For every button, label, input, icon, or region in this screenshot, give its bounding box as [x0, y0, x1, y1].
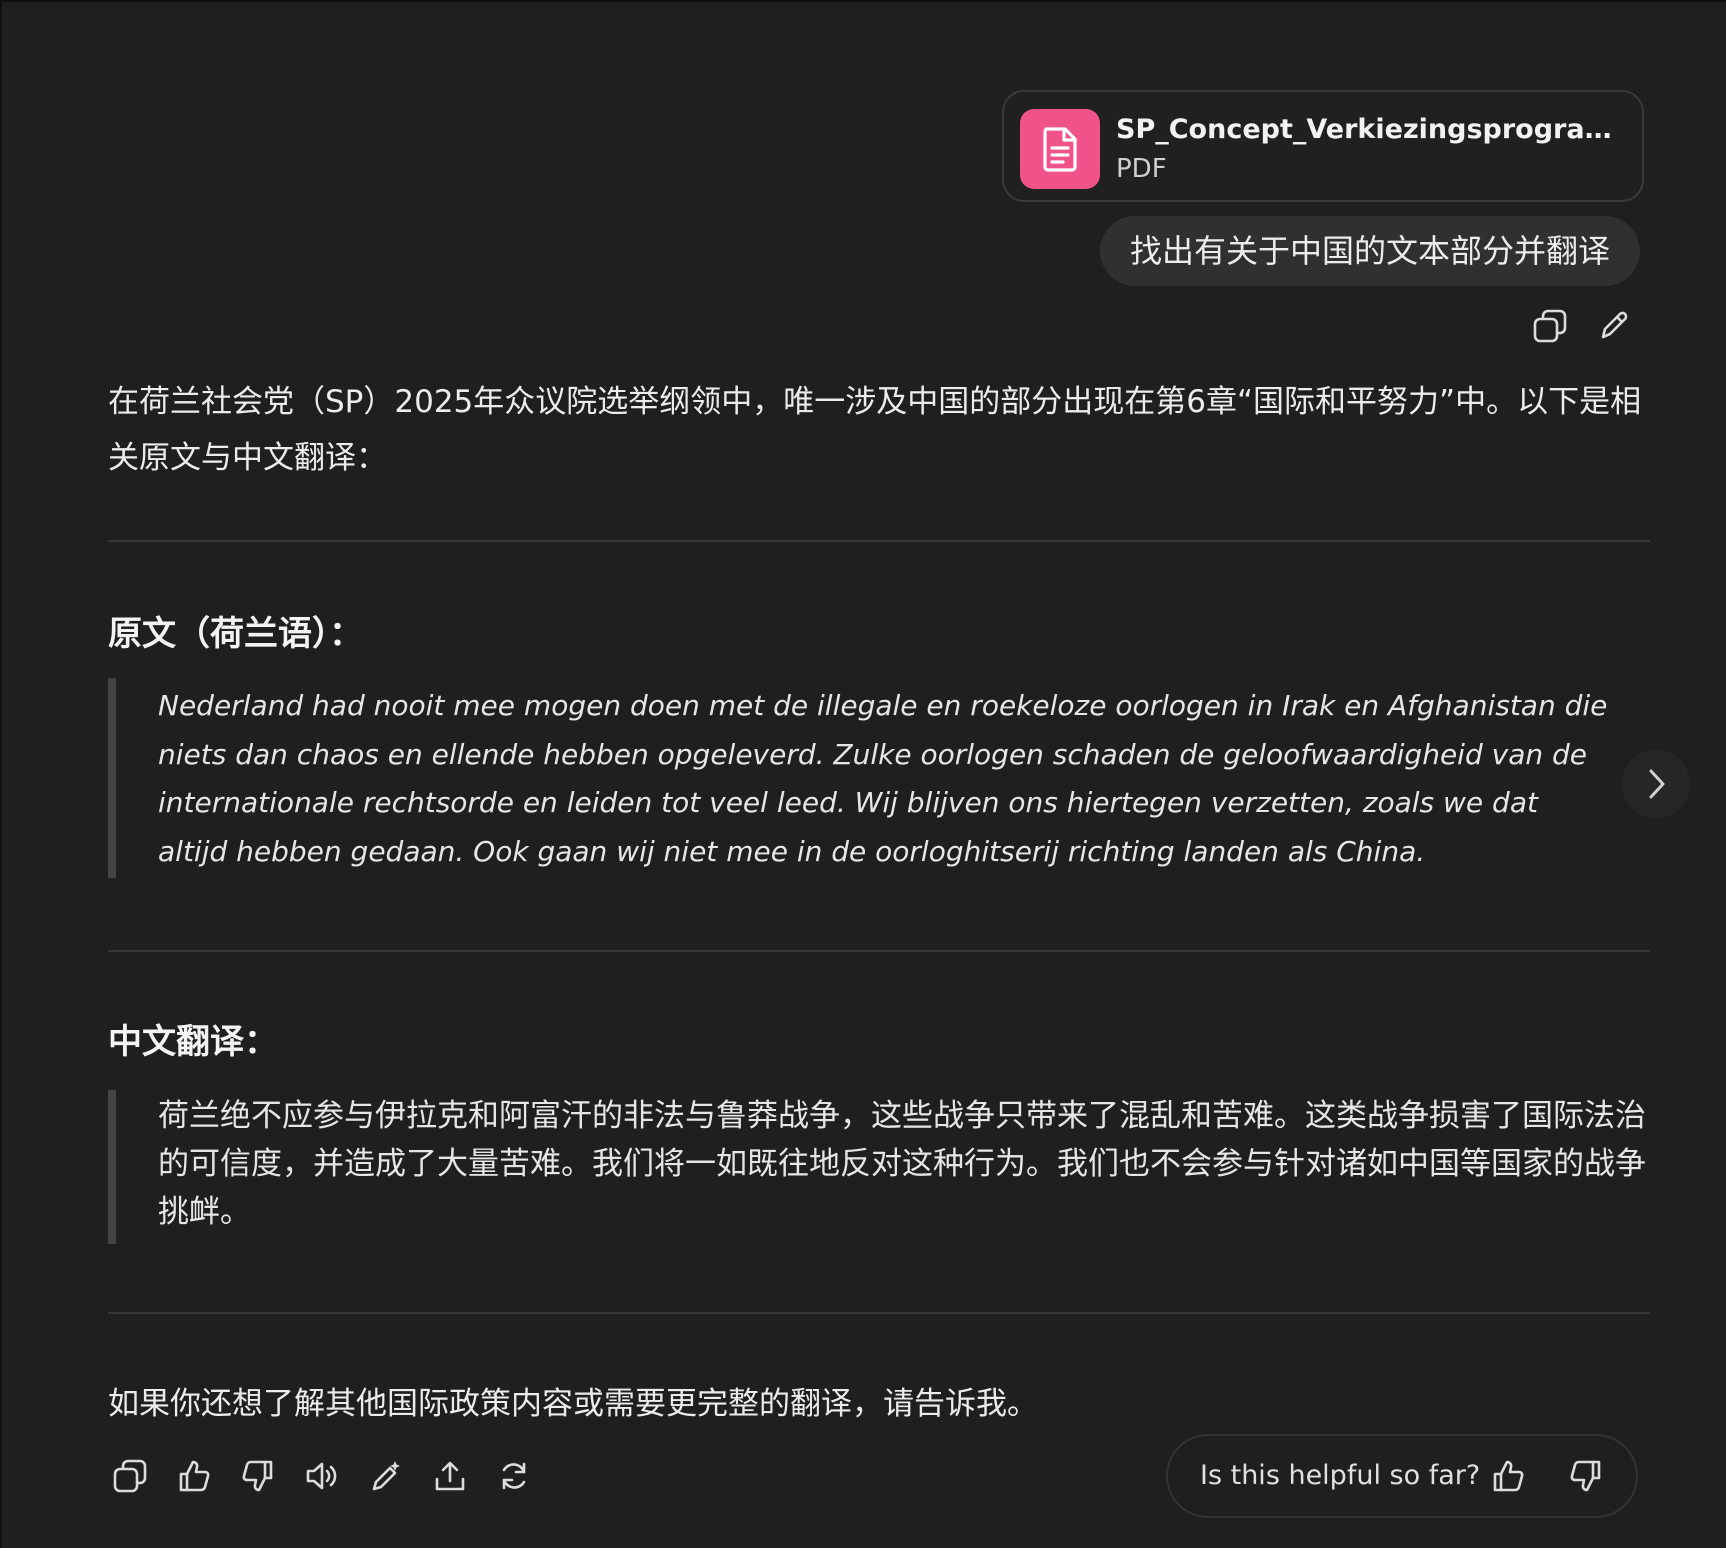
copy-icon: [113, 1459, 147, 1493]
assistant-intro: 在荷兰社会党（SP）2025年众议院选举纲领中，唯一涉及中国的部分出现在第6章“…: [108, 384, 1642, 476]
file-type: PDF: [1116, 154, 1167, 184]
feedback-thumbs-down-button[interactable]: [1564, 1454, 1608, 1498]
edit-message-button[interactable]: [1592, 304, 1636, 348]
thumbs-up-icon: [1493, 1460, 1524, 1492]
thumbs-down-icon: [242, 1460, 273, 1492]
assistant-closing: 如果你还想了解其他国际政策内容或需要更完整的翻译，请告诉我。: [108, 1386, 1038, 1422]
bad-response-button[interactable]: [236, 1454, 280, 1498]
read-aloud-icon: [306, 1462, 337, 1490]
read-aloud-button[interactable]: [300, 1454, 344, 1498]
magic-edit-icon: [372, 1461, 400, 1491]
thumbs-down-icon: [1570, 1460, 1601, 1492]
regenerate-button[interactable]: [492, 1454, 536, 1498]
thumbs-up-icon: [179, 1460, 210, 1492]
translation-quote: 荷兰绝不应参与伊拉克和阿富汗的非法与鲁莽战争，这些战争只带来了混乱和苦难。这类战…: [108, 1090, 1648, 1244]
translation-heading: 中文翻译：: [108, 1022, 278, 1062]
document-icon: [1020, 109, 1100, 189]
file-name: SP_Concept_Verkiezingsprogramma_T...: [1116, 114, 1626, 145]
file-attachment[interactable]: SP_Concept_Verkiezingsprogramma_T... PDF: [1002, 90, 1644, 202]
copy-icon: [1533, 309, 1567, 343]
edit-icon: [1601, 311, 1628, 339]
regenerate-icon: [502, 1462, 526, 1490]
copy-message-button[interactable]: [1528, 304, 1572, 348]
feedback-thumbs-up-button[interactable]: [1486, 1454, 1530, 1498]
original-text-quote: Nederland had nooit mee mogen doen met d…: [108, 678, 1608, 878]
edit-response-button[interactable]: [364, 1454, 408, 1498]
feedback-prompt: Is this helpful so far?: [1166, 1434, 1638, 1518]
good-response-button[interactable]: [172, 1454, 216, 1498]
divider: [108, 1312, 1650, 1314]
chat-window: SP_Concept_Verkiezingsprogramma_T... PDF…: [0, 0, 1726, 1548]
user-message-bubble: 找出有关于中国的文本部分并翻译: [1099, 216, 1640, 286]
copy-response-button[interactable]: [108, 1454, 152, 1498]
response-action-bar: [108, 1454, 536, 1498]
share-icon: [435, 1461, 465, 1491]
chevron-right-icon: [1649, 769, 1665, 799]
divider: [108, 950, 1650, 952]
divider: [108, 540, 1650, 542]
next-button[interactable]: [1622, 750, 1690, 818]
share-button[interactable]: [428, 1454, 472, 1498]
original-text-heading: 原文（荷兰语）：: [108, 614, 363, 654]
feedback-question: Is this helpful so far?: [1200, 1460, 1481, 1491]
